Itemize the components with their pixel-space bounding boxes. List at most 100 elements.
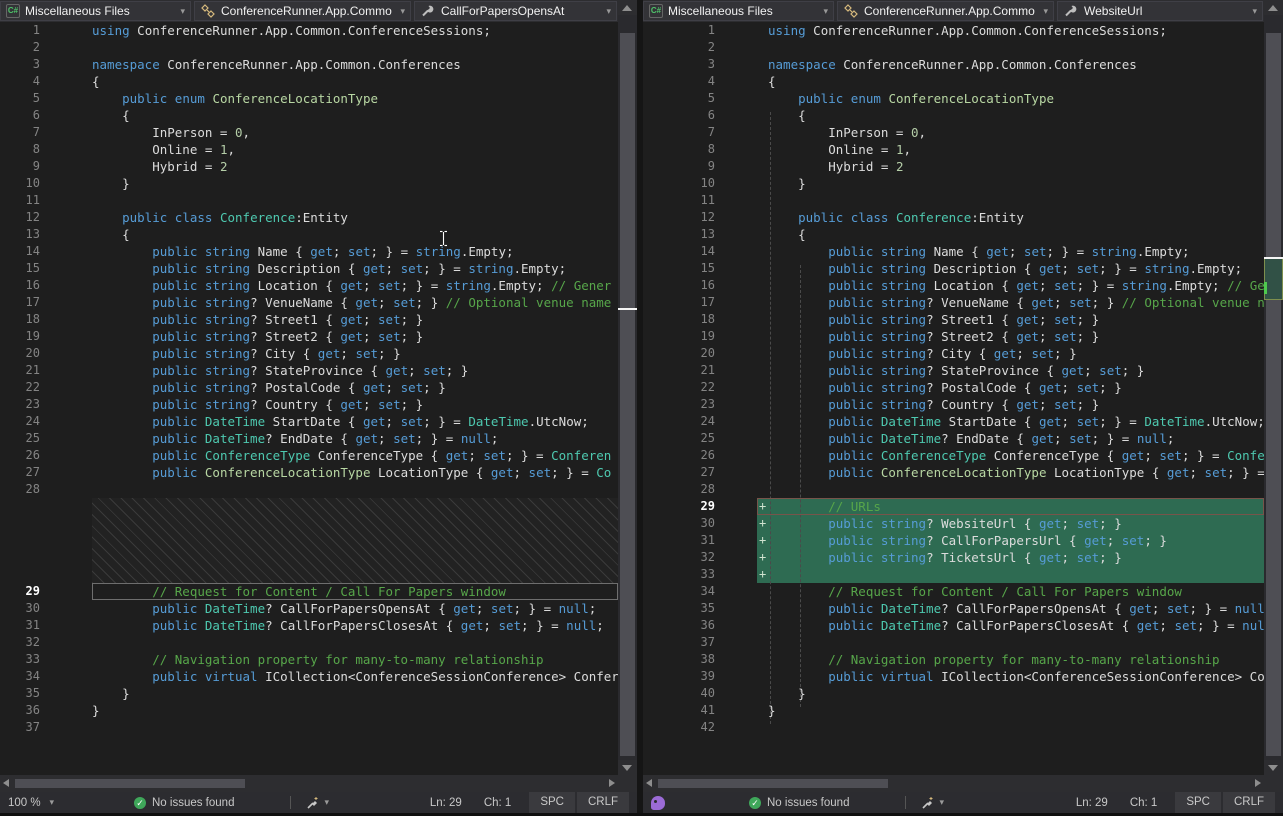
scroll-down-icon[interactable] [622, 765, 632, 771]
code-line[interactable]: 24 public DateTime StartDate { get; set;… [643, 413, 1264, 430]
code-line[interactable]: 17 public string? VenueName { get; set; … [0, 294, 618, 311]
code-line[interactable]: 28 [0, 481, 618, 498]
code-line[interactable]: 14 public string Name { get; set; } = st… [643, 243, 1264, 260]
code-line[interactable]: 42 [643, 719, 1264, 736]
code-line[interactable]: 35 } [0, 685, 618, 702]
code-line[interactable]: 21 public string? StateProvince { get; s… [0, 362, 618, 379]
code-line[interactable]: 1using ConferenceRunner.App.Common.Confe… [0, 22, 618, 39]
code-line[interactable]: 32 [0, 634, 618, 651]
code-line[interactable]: 33+ [643, 566, 1264, 583]
column-indicator[interactable]: Ch: 1 [484, 797, 512, 809]
code-line[interactable]: 3namespace ConferenceRunner.App.Common.C… [0, 56, 618, 73]
code-cleanup-button[interactable]: ▾ [920, 795, 944, 810]
code-line[interactable]: 7 InPerson = 0, [0, 124, 618, 141]
code-line[interactable]: 16 public string Location { get; set; } … [0, 277, 618, 294]
code-line[interactable]: 24 public DateTime StartDate { get; set;… [0, 413, 618, 430]
code-line[interactable]: 14 public string Name { get; set; } = st… [0, 243, 618, 260]
code-line[interactable]: 11 [643, 192, 1264, 209]
code-line[interactable]: 31+ public string? CallForPapersUrl { ge… [643, 532, 1264, 549]
project-dropdown[interactable]: C# Miscellaneous Files ▾ [0, 1, 191, 21]
code-line[interactable]: 18 public string? Street1 { get; set; } [643, 311, 1264, 328]
code-line[interactable]: 15 public string Description { get; set;… [0, 260, 618, 277]
code-line[interactable]: 19 public string? Street2 { get; set; } [643, 328, 1264, 345]
code-line[interactable]: 28 [643, 481, 1264, 498]
code-line[interactable]: 34 // Request for Content / Call For Pap… [643, 583, 1264, 600]
code-line[interactable]: 12 public class Conference:Entity [0, 209, 618, 226]
vertical-scrollbar[interactable] [1264, 0, 1283, 775]
code-line[interactable]: 41} [643, 702, 1264, 719]
vertical-scrollbar[interactable] [618, 0, 637, 775]
scroll-right-icon[interactable] [609, 779, 615, 787]
code-line[interactable]: 20 public string? City { get; set; } [643, 345, 1264, 362]
code-line[interactable]: 6 { [643, 107, 1264, 124]
code-line[interactable]: 36} [0, 702, 618, 719]
code-line[interactable]: 7 InPerson = 0, [643, 124, 1264, 141]
code-line[interactable]: 36 public DateTime? CallForPapersClosesA… [643, 617, 1264, 634]
zoom-select[interactable]: 100 % ▾ [0, 792, 56, 813]
code-line[interactable]: 2 [643, 39, 1264, 56]
horizontal-scrollbar[interactable] [643, 775, 1264, 792]
code-line[interactable]: 27 public ConferenceLocationType Locatio… [0, 464, 618, 481]
code-line[interactable]: 23 public string? Country { get; set; } [0, 396, 618, 413]
column-indicator[interactable]: Ch: 1 [1130, 797, 1158, 809]
code-line[interactable]: 10 } [643, 175, 1264, 192]
code-line[interactable]: 33 // Navigation property for many-to-ma… [0, 651, 618, 668]
code-line[interactable]: 22 public string? PostalCode { get; set;… [0, 379, 618, 396]
copilot-icon[interactable] [651, 796, 665, 810]
code-line[interactable]: 9 Hybrid = 2 [643, 158, 1264, 175]
scroll-up-icon[interactable] [1268, 5, 1278, 11]
eol-indicator[interactable]: CRLF [577, 792, 629, 813]
scrollbar-thumb[interactable] [1266, 33, 1281, 756]
scroll-left-icon[interactable] [3, 779, 9, 787]
project-dropdown[interactable]: C# Miscellaneous Files ▾ [643, 1, 834, 21]
code-line[interactable]: 6 { [0, 107, 618, 124]
code-line[interactable]: 4{ [0, 73, 618, 90]
code-line[interactable]: 38 // Navigation property for many-to-ma… [643, 651, 1264, 668]
code-line[interactable]: 10 } [0, 175, 618, 192]
scroll-down-icon[interactable] [1268, 765, 1278, 771]
scroll-left-icon[interactable] [646, 779, 652, 787]
code-line[interactable]: 21 public string? StateProvince { get; s… [643, 362, 1264, 379]
code-line[interactable]: 2 [0, 39, 618, 56]
code-line[interactable]: 39 public virtual ICollection<Conference… [643, 668, 1264, 685]
code-line[interactable]: 8 Online = 1, [643, 141, 1264, 158]
member-dropdown[interactable]: WebsiteUrl ▾ [1057, 1, 1263, 21]
code-line[interactable]: 26 public ConferenceType ConferenceType … [0, 447, 618, 464]
code-line[interactable]: 23 public string? Country { get; set; } [643, 396, 1264, 413]
scrollbar-thumb[interactable] [15, 779, 245, 788]
code-line[interactable]: 30 public DateTime? CallForPapersOpensAt… [0, 600, 618, 617]
code-line[interactable]: 22 public string? PostalCode { get; set;… [643, 379, 1264, 396]
code-line[interactable]: 25 public DateTime? EndDate { get; set; … [0, 430, 618, 447]
code-line[interactable]: 8 Online = 1, [0, 141, 618, 158]
code-line[interactable]: 13 { [0, 226, 618, 243]
code-line[interactable]: 34 public virtual ICollection<Conference… [0, 668, 618, 685]
code-line[interactable]: 29 // Request for Content / Call For Pap… [0, 583, 618, 600]
code-line[interactable]: 16 public string Location { get; set; } … [643, 277, 1264, 294]
code-line[interactable]: 29+ // URLs [643, 498, 1264, 515]
code-line[interactable]: 27 public ConferenceLocationType Locatio… [643, 464, 1264, 481]
code-line[interactable]: 15 public string Description { get; set;… [643, 260, 1264, 277]
scrollbar-thumb[interactable] [658, 779, 888, 788]
code-editor-left[interactable]: 1using ConferenceRunner.App.Common.Confe… [0, 22, 618, 775]
scrollbar-track[interactable] [1264, 15, 1283, 760]
code-line[interactable]: 20 public string? City { get; set; } [0, 345, 618, 362]
horizontal-scrollbar[interactable] [0, 775, 618, 792]
code-line[interactable]: 13 { [643, 226, 1264, 243]
space-indicator[interactable]: SPC [529, 792, 575, 813]
code-line[interactable]: 37 [0, 719, 618, 736]
line-indicator[interactable]: Ln: 29 [430, 797, 462, 809]
space-indicator[interactable]: SPC [1175, 792, 1221, 813]
code-line[interactable]: 1using ConferenceRunner.App.Common.Confe… [643, 22, 1264, 39]
code-line[interactable]: 19 public string? Street2 { get; set; } [0, 328, 618, 345]
member-dropdown[interactable]: CallForPapersOpensAt ▾ [414, 1, 617, 21]
code-line[interactable]: 35 public DateTime? CallForPapersOpensAt… [643, 600, 1264, 617]
code-line[interactable]: 31 public DateTime? CallForPapersClosesA… [0, 617, 618, 634]
code-line[interactable]: 12 public class Conference:Entity [643, 209, 1264, 226]
line-indicator[interactable]: Ln: 29 [1076, 797, 1108, 809]
type-dropdown[interactable]: ConferenceRunner.App.Commo ▾ [194, 1, 411, 21]
scrollbar-track[interactable] [618, 15, 637, 760]
scrollbar-thumb[interactable] [620, 33, 635, 756]
code-line[interactable]: 4{ [643, 73, 1264, 90]
eol-indicator[interactable]: CRLF [1223, 792, 1275, 813]
code-line[interactable]: 30+ public string? WebsiteUrl { get; set… [643, 515, 1264, 532]
